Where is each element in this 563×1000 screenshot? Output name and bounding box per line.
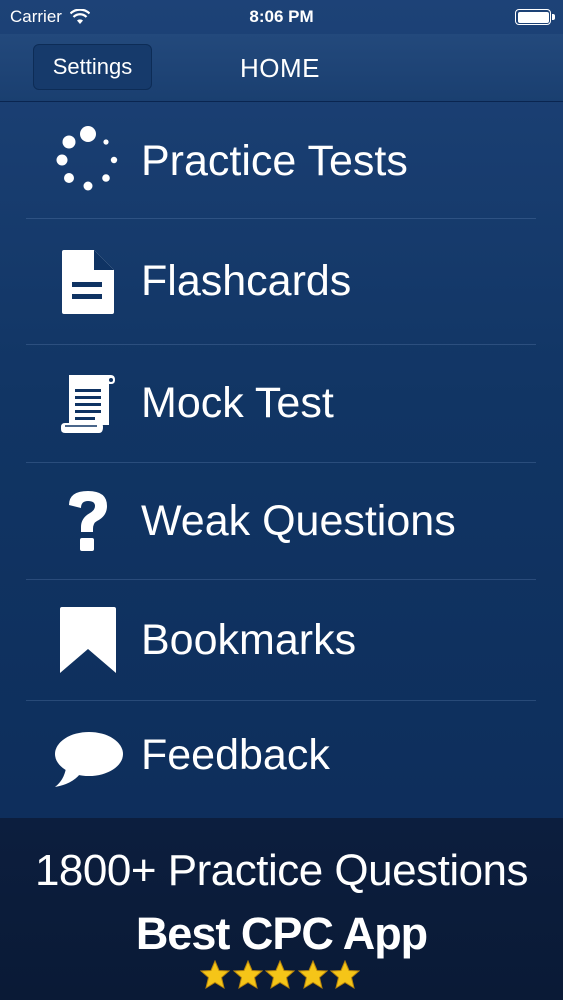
status-time: 8:06 PM xyxy=(249,7,314,26)
page-title: HOME xyxy=(240,53,320,83)
menu-item-label: Mock Test xyxy=(141,379,334,427)
menu-item-bookmarks[interactable]: Bookmarks xyxy=(26,580,536,701)
question-mark-icon xyxy=(31,463,145,579)
star-icon xyxy=(265,960,295,990)
bookmark-icon xyxy=(31,580,145,700)
battery-full-icon xyxy=(515,9,555,25)
star-icon xyxy=(232,960,263,990)
menu-item-label: Flashcards xyxy=(141,257,352,305)
menu-item-flashcards[interactable]: Flashcards xyxy=(26,219,536,345)
star-icon xyxy=(200,960,230,990)
home-menu: Practice Tests Flashcards Mock Test Weak… xyxy=(0,102,563,818)
menu-item-label: Weak Questions xyxy=(141,497,456,545)
status-bar: Carrier 8:06 PM xyxy=(0,0,563,34)
settings-button[interactable]: Settings xyxy=(33,44,152,90)
promo-headline: 1800+ Practice Questions xyxy=(34,846,529,895)
star-icon xyxy=(297,960,328,990)
app-screen: Carrier 8:06 PM Settings HOME Practice T… xyxy=(0,0,563,1000)
scroll-icon xyxy=(31,345,145,462)
star-icon xyxy=(330,960,360,990)
rating-stars xyxy=(200,960,360,992)
menu-item-label: Feedback xyxy=(141,731,330,779)
document-icon xyxy=(31,219,145,344)
speech-bubble-icon xyxy=(31,701,145,818)
menu-item-mock-test[interactable]: Mock Test xyxy=(26,345,536,463)
loading-spinner-icon xyxy=(31,102,145,218)
menu-item-practice-tests[interactable]: Practice Tests xyxy=(26,102,536,219)
menu-item-label: Bookmarks xyxy=(141,616,357,664)
menu-item-feedback[interactable]: Feedback xyxy=(26,701,536,818)
menu-item-label: Practice Tests xyxy=(141,137,408,185)
menu-item-weak-questions[interactable]: Weak Questions xyxy=(26,463,536,580)
promo-banner[interactable]: 1800+ Practice Questions Best CPC App xyxy=(0,818,563,1000)
promo-subheadline: Best CPC App xyxy=(135,908,428,959)
nav-bar: Settings HOME xyxy=(0,34,563,102)
